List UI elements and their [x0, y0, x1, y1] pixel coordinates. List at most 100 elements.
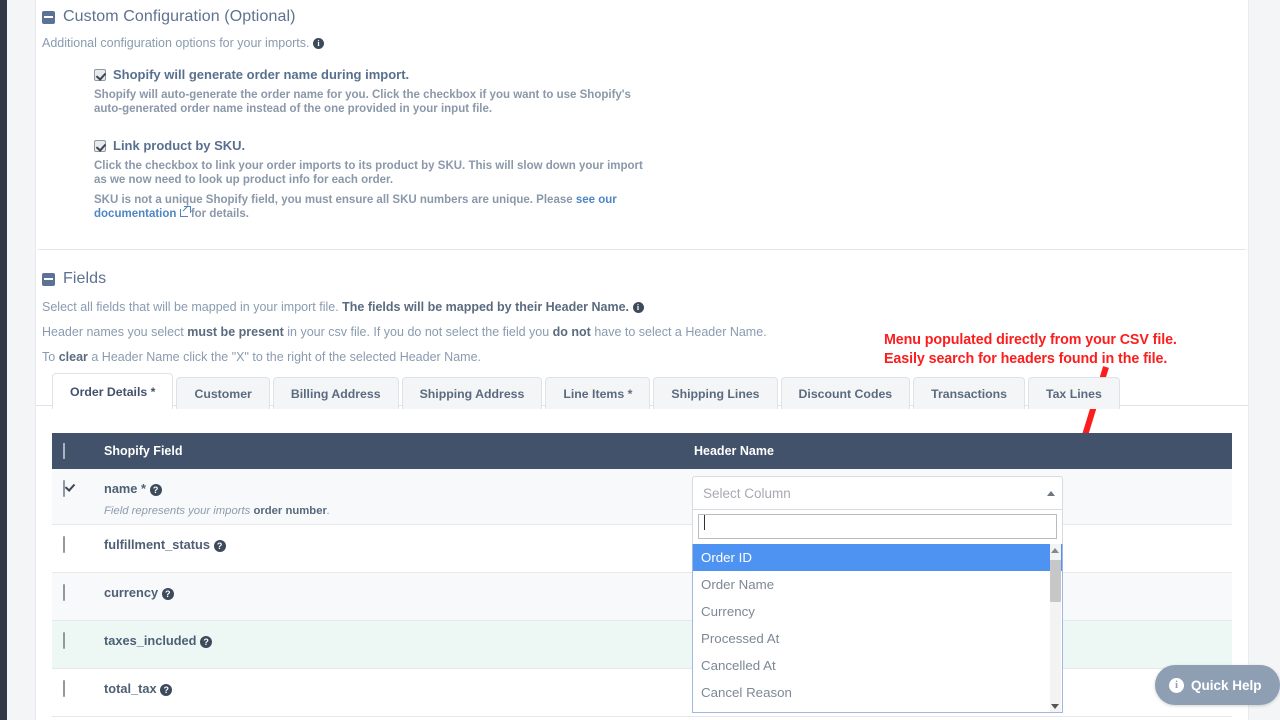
custom-configuration-title: Custom Configuration (Optional) — [63, 8, 296, 25]
fields-heading[interactable]: Fields — [42, 266, 1242, 288]
option-link-by-sku: Link product by SKU. Click the checkbox … — [94, 138, 1242, 221]
dropdown-option-taxes-included[interactable]: Taxes Included — [693, 706, 1062, 712]
dropdown-option-order-id[interactable]: Order ID — [693, 544, 1062, 571]
tab-tax-lines[interactable]: Tax Lines — [1028, 377, 1120, 409]
table-header-checkbox-cell[interactable] — [52, 443, 104, 459]
help-icon[interactable]: ? — [200, 636, 213, 648]
left-nav-rail — [0, 0, 7, 720]
dropdown-search-input[interactable] — [698, 514, 1057, 539]
dropdown-option-cancelled-at[interactable]: Cancelled At — [693, 652, 1062, 679]
row-field-desc-b: order number — [253, 505, 327, 517]
fields-line-3c: a Header Name click the "X" to the right… — [87, 350, 481, 364]
fields-line-1a: Select all fields that will be mapped in… — [42, 300, 343, 314]
dropdown-option-processed-at[interactable]: Processed At — [693, 625, 1062, 652]
checkbox-field-total-tax[interactable] — [63, 680, 65, 697]
info-icon-fields[interactable]: i — [632, 302, 644, 313]
row-checkbox-cell[interactable] — [52, 480, 104, 497]
dropdown-scroll-thumb[interactable] — [1050, 560, 1061, 602]
row-field-label-wrap: name * ? — [104, 481, 694, 496]
row-field-cell: name * ? Field represents your imports o… — [104, 481, 694, 517]
tab-discount-codes[interactable]: Discount Codes — [780, 377, 911, 409]
column-header-header-name: Header Name — [694, 444, 774, 458]
help-icon[interactable]: ? — [149, 484, 162, 496]
row-field-cell: currency ? — [104, 585, 694, 600]
row-field-label: fulfillment_status — [104, 537, 210, 552]
dropdown-display[interactable]: Select Column — [692, 476, 1063, 510]
scroll-up-arrow-icon[interactable] — [1051, 548, 1059, 553]
option-link-by-sku-desc2: SKU is not a unique Shopify field, you m… — [94, 193, 644, 221]
row-checkbox-cell[interactable] — [52, 680, 104, 697]
custom-configuration-subtitle: Additional configuration options for you… — [42, 36, 1242, 50]
fields-line-1: Select all fields that will be mapped in… — [42, 299, 1242, 316]
annotation-line-1: Menu populated directly from your CSV fi… — [884, 332, 1177, 348]
dropdown-selected-value: Select Column — [703, 485, 791, 501]
dropdown-option-currency[interactable]: Currency — [693, 598, 1062, 625]
row-field-cell: fulfillment_status ? — [104, 537, 694, 552]
quick-help-label: Quick Help — [1191, 677, 1262, 693]
help-icon[interactable]: ? — [160, 684, 173, 696]
table-header-row: Shopify Field Header Name — [52, 433, 1232, 469]
fields-title: Fields — [63, 270, 107, 287]
field-group-tabs: Order Details * Customer Billing Address… — [52, 373, 1120, 409]
scroll-down-arrow-icon[interactable] — [1051, 704, 1059, 709]
dropdown-search-wrap — [692, 510, 1063, 544]
row-field-label: taxes_included — [104, 633, 197, 648]
sku-note-text-a: SKU is not a unique Shopify field, you m… — [94, 194, 576, 206]
left-gutter — [7, 0, 36, 720]
info-icon[interactable]: i — [313, 38, 324, 49]
collapse-minus-icon[interactable] — [42, 10, 55, 24]
row-checkbox-cell[interactable] — [52, 536, 104, 553]
row-field-desc-c: . — [326, 505, 331, 517]
custom-configuration-heading[interactable]: Custom Configuration (Optional) — [42, 4, 1242, 26]
row-checkbox-cell[interactable] — [52, 584, 104, 601]
fields-line-3b: clear — [58, 350, 88, 364]
fields-line-2a: Header names you select — [42, 325, 188, 339]
info-icon-quick-help: i — [1169, 677, 1184, 693]
checkbox-link-by-sku[interactable] — [94, 140, 106, 152]
quick-help-button[interactable]: i Quick Help — [1155, 665, 1280, 705]
option-link-by-sku-label: Link product by SKU. — [113, 138, 246, 153]
select-all-checkbox[interactable] — [63, 443, 65, 459]
option-generate-order-name-label: Shopify will generate order name during … — [113, 67, 410, 82]
chevron-up-icon[interactable] — [1047, 491, 1055, 496]
checkbox-generate-order-name[interactable] — [94, 69, 106, 81]
row-field-cell: total_tax ? — [104, 681, 694, 696]
text-cursor — [704, 515, 705, 530]
row-field-cell: taxes_included ? — [104, 633, 694, 648]
help-icon[interactable]: ? — [213, 540, 226, 552]
external-link-icon — [179, 206, 191, 217]
checkbox-field-name[interactable] — [63, 480, 65, 497]
fields-line-2e: have to select a Header Name. — [590, 325, 767, 339]
row-field-desc-a: Field represents your imports — [104, 505, 254, 517]
section-divider — [38, 249, 1246, 250]
option-generate-order-name: Shopify will generate order name during … — [94, 67, 1242, 116]
tab-shipping-lines[interactable]: Shipping Lines — [653, 377, 778, 409]
fields-line-2c: in your csv file. If you do not select t… — [283, 325, 553, 339]
tab-shipping-address[interactable]: Shipping Address — [401, 377, 543, 409]
help-icon[interactable]: ? — [161, 588, 174, 600]
tab-order-details[interactable]: Order Details * — [52, 373, 174, 409]
checkbox-field-currency[interactable] — [63, 584, 65, 601]
tab-line-items[interactable]: Line Items * — [545, 377, 651, 409]
dropdown-option-cancel-reason[interactable]: Cancel Reason — [693, 679, 1062, 706]
fields-line-3a: To — [42, 350, 59, 364]
column-header-shopify-field: Shopify Field — [104, 444, 183, 458]
custom-configuration-section: Custom Configuration (Optional) Addition… — [42, 4, 1242, 221]
checkbox-field-taxes-included[interactable] — [63, 632, 65, 649]
tab-customer[interactable]: Customer — [176, 377, 270, 409]
row-checkbox-cell[interactable] — [52, 632, 104, 649]
option-generate-order-name-row[interactable]: Shopify will generate order name during … — [94, 67, 1242, 82]
tab-billing-address[interactable]: Billing Address — [272, 377, 399, 409]
collapse-minus-icon-fields[interactable] — [42, 272, 55, 286]
dropdown-option-order-name[interactable]: Order Name — [693, 571, 1062, 598]
fields-line-2d: do not — [552, 325, 591, 339]
option-generate-order-name-desc: Shopify will auto-generate the order nam… — [94, 89, 631, 115]
dropdown-options-list[interactable]: Order ID Order Name Currency Processed A… — [692, 544, 1063, 713]
fields-line-1b: The fields will be mapped by their Heade… — [342, 300, 630, 314]
tab-transactions[interactable]: Transactions — [913, 377, 1025, 409]
option-link-by-sku-row[interactable]: Link product by SKU. — [94, 138, 1242, 153]
row-field-description: Field represents your imports order numb… — [104, 505, 694, 517]
custom-configuration-subtitle-text: Additional configuration options for you… — [42, 36, 310, 50]
checkbox-field-fulfillment-status[interactable] — [63, 536, 65, 553]
fields-line-2b: must be present — [187, 325, 284, 339]
